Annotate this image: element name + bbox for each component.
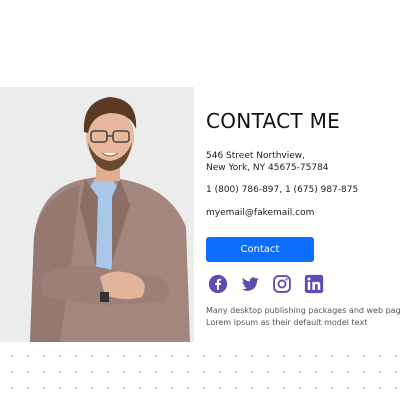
twitter-link[interactable] <box>240 274 260 294</box>
contact-button[interactable]: Contact <box>206 237 314 262</box>
linkedin-link[interactable] <box>304 274 324 294</box>
facebook-link[interactable] <box>208 274 228 294</box>
instagram-icon <box>273 275 291 293</box>
social-links <box>208 274 324 294</box>
page-title: CONTACT ME <box>206 109 341 133</box>
dot-pattern-background <box>0 342 400 400</box>
address-line-1: 546 Street Northview, <box>206 151 306 161</box>
contact-panel: CONTACT ME 546 Street Northview, New Yor… <box>206 108 400 327</box>
blurb-line-2: Lorem Ipsum as their default model text <box>206 318 368 327</box>
linkedin-icon <box>304 274 324 294</box>
facebook-icon <box>208 274 228 294</box>
twitter-icon <box>242 277 259 291</box>
address-line-2: New York, NY 45675-75784 <box>206 163 329 173</box>
instagram-link[interactable] <box>272 274 292 294</box>
email-address: myemail@fakemail.com <box>206 208 315 218</box>
phone-numbers: 1 (800) 786-897, 1 (675) 987-875 <box>206 185 359 195</box>
person-illustration <box>0 87 194 342</box>
blurb-line-1: Many desktop publishing packages and web… <box>206 306 400 315</box>
address-block: 546 Street Northview, New York, NY 45675… <box>206 150 329 174</box>
blurb-text: Many desktop publishing packages and web… <box>206 305 400 329</box>
profile-photo <box>0 87 194 342</box>
